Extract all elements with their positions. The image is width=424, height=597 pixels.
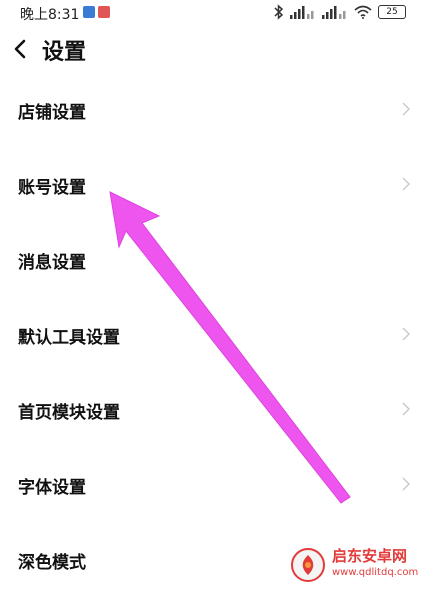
watermark-url: www.qdlitdq.com <box>332 567 419 578</box>
settings-item-label: 字体设置 <box>18 478 86 498</box>
settings-item-message[interactable]: 消息设置 <box>0 222 424 297</box>
watermark: 启东安卓网 www.qdlitdq.com <box>290 543 418 587</box>
settings-item-account[interactable]: 账号设置 <box>0 147 424 222</box>
wifi-icon <box>354 5 372 19</box>
settings-item-label: 默认工具设置 <box>18 328 120 348</box>
chevron-right-icon <box>402 102 410 116</box>
status-indicators: 25 <box>274 3 406 21</box>
app-notification-icon <box>83 6 95 18</box>
settings-item-label: 首页模块设置 <box>18 403 120 423</box>
settings-item-store[interactable]: 店铺设置 <box>0 72 424 147</box>
chevron-right-icon <box>402 477 410 491</box>
header: 设置 <box>0 30 424 68</box>
settings-item-home-modules[interactable]: 首页模块设置 <box>0 372 424 447</box>
app-notification-icon <box>98 6 110 18</box>
watermark-name: 启东安卓网 <box>332 547 408 565</box>
settings-item-label: 账号设置 <box>18 178 86 198</box>
status-bar: 晚上8:31 25 <box>0 0 424 28</box>
chevron-right-icon <box>402 327 410 341</box>
back-arrow-icon[interactable] <box>10 36 32 62</box>
page-title: 设置 <box>42 40 87 65</box>
settings-item-font[interactable]: 字体设置 <box>0 447 424 522</box>
battery-icon: 25 <box>378 5 406 19</box>
watermark-logo-icon <box>291 548 325 582</box>
settings-item-label: 店铺设置 <box>18 103 86 123</box>
battery-level: 25 <box>386 7 398 17</box>
signal-icon <box>290 6 314 19</box>
chevron-right-icon <box>402 402 410 416</box>
settings-item-label: 消息设置 <box>18 253 86 273</box>
status-time: 晚上8:31 <box>20 7 80 23</box>
chevron-right-icon <box>402 177 410 191</box>
settings-item-label: 深色模式 <box>18 553 86 573</box>
bluetooth-icon <box>274 4 284 20</box>
signal-icon <box>322 6 346 19</box>
settings-list: 店铺设置 账号设置 消息设置 默认工具设置 首页模块设置 字体设置 深色模式 <box>0 72 424 597</box>
settings-item-default-tools[interactable]: 默认工具设置 <box>0 297 424 372</box>
